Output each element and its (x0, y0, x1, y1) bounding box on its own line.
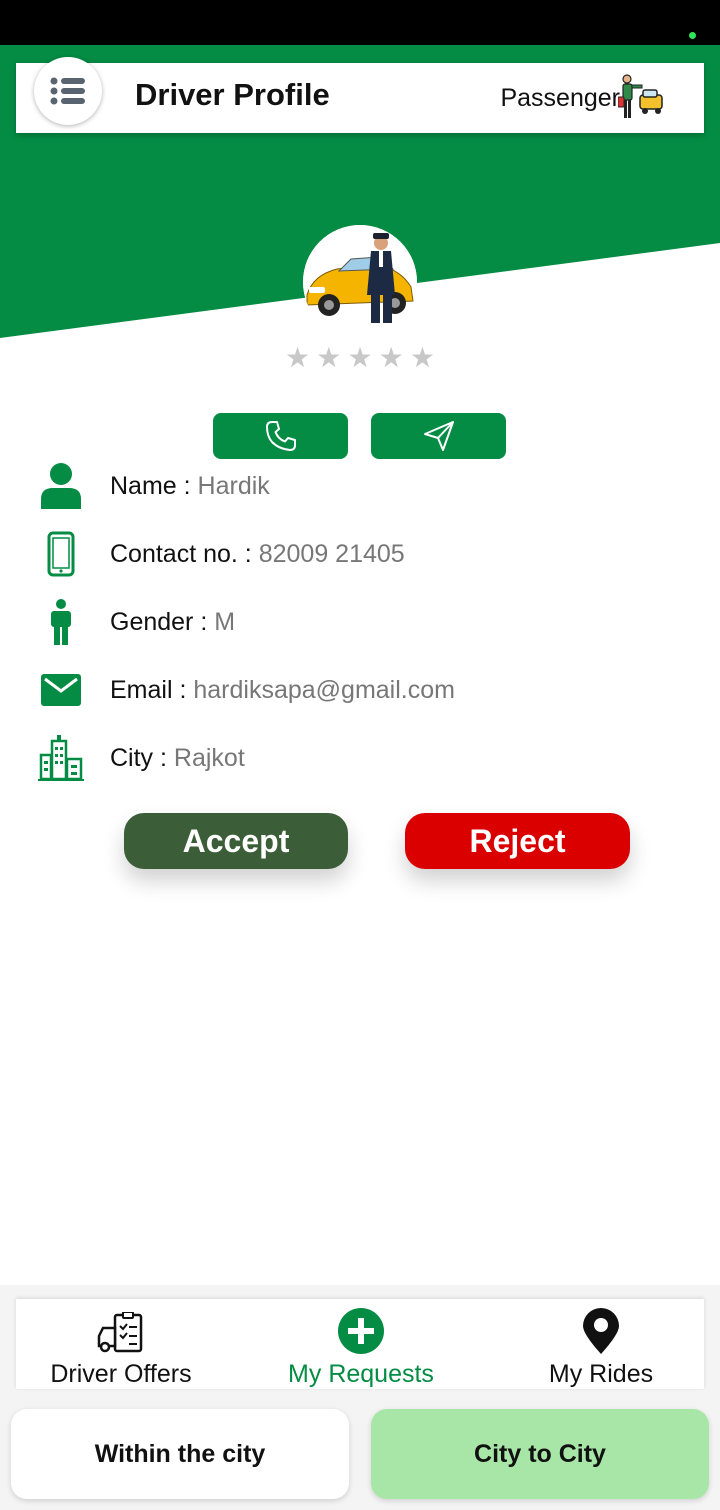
name-row: Name : Hardik (0, 461, 720, 511)
gender-label: Gender : (110, 608, 215, 636)
city-row: City : Rajkot (0, 733, 720, 783)
contact-value: 82009 21405 (258, 540, 405, 568)
nav-my-rides[interactable]: My Rides (508, 1299, 694, 1389)
mobile-phone-icon (34, 529, 88, 579)
bottom-navigation: Driver Offers My Requests My Rides (16, 1299, 704, 1389)
gender-value: M (214, 608, 236, 636)
star-icon: ★ (316, 342, 342, 373)
list-menu-icon (50, 77, 85, 105)
status-bar (0, 0, 720, 45)
star-icon: ★ (285, 342, 311, 373)
contact-row: Contact no. : 82009 21405 (0, 529, 720, 579)
call-button[interactable] (213, 413, 348, 459)
nav-my-rides-label: My Rides (548, 1360, 654, 1388)
nav-my-requests[interactable]: My Requests (268, 1299, 454, 1389)
passenger-link[interactable]: Passenger (500, 84, 620, 113)
accept-button[interactable]: Accept (124, 813, 348, 869)
star-icon: ★ (347, 342, 373, 373)
contact-label: Contact no. : (110, 540, 259, 568)
passenger-taxi-icon[interactable] (618, 73, 664, 121)
name-label: Name : (110, 472, 198, 500)
page-title: Driver Profile (135, 77, 330, 112)
email-label: Email : (110, 676, 194, 704)
email-value: hardiksapa@gmail.com (193, 676, 455, 704)
mail-icon (34, 665, 88, 715)
send-icon (423, 421, 454, 451)
city-value: Rajkot (173, 744, 245, 772)
top-app-bar: Driver Profile Passenger (16, 57, 704, 133)
tab-city-to-city[interactable]: City to City (371, 1409, 709, 1499)
tab-within-city[interactable]: Within the city (11, 1409, 349, 1499)
send-message-button[interactable] (371, 413, 506, 459)
nav-my-requests-label: My Requests (288, 1360, 434, 1388)
add-circle-icon (338, 1308, 384, 1354)
city-buildings-icon (34, 733, 88, 783)
star-icon: ★ (378, 342, 404, 373)
star-icon: ★ (409, 342, 435, 373)
driver-taxi-image (303, 225, 417, 339)
nav-driver-offers-label: Driver Offers (50, 1360, 192, 1388)
driver-offers-icon (97, 1312, 143, 1353)
map-pin-icon (583, 1308, 619, 1354)
city-label: City : (110, 744, 174, 772)
phone-icon (265, 421, 296, 451)
rating-stars: ★ ★ ★ ★ ★ (285, 343, 435, 373)
email-row: Email : hardiksapa@gmail.com (0, 665, 720, 715)
reject-button[interactable]: Reject (405, 813, 630, 869)
name-value: Hardik (197, 472, 270, 500)
gender-row: Gender : M (0, 597, 720, 647)
male-icon (34, 597, 88, 647)
nav-driver-offers[interactable]: Driver Offers (28, 1299, 214, 1389)
camera-indicator (689, 32, 696, 39)
menu-button[interactable] (34, 57, 102, 125)
person-icon (34, 461, 88, 511)
driver-avatar (303, 225, 417, 339)
